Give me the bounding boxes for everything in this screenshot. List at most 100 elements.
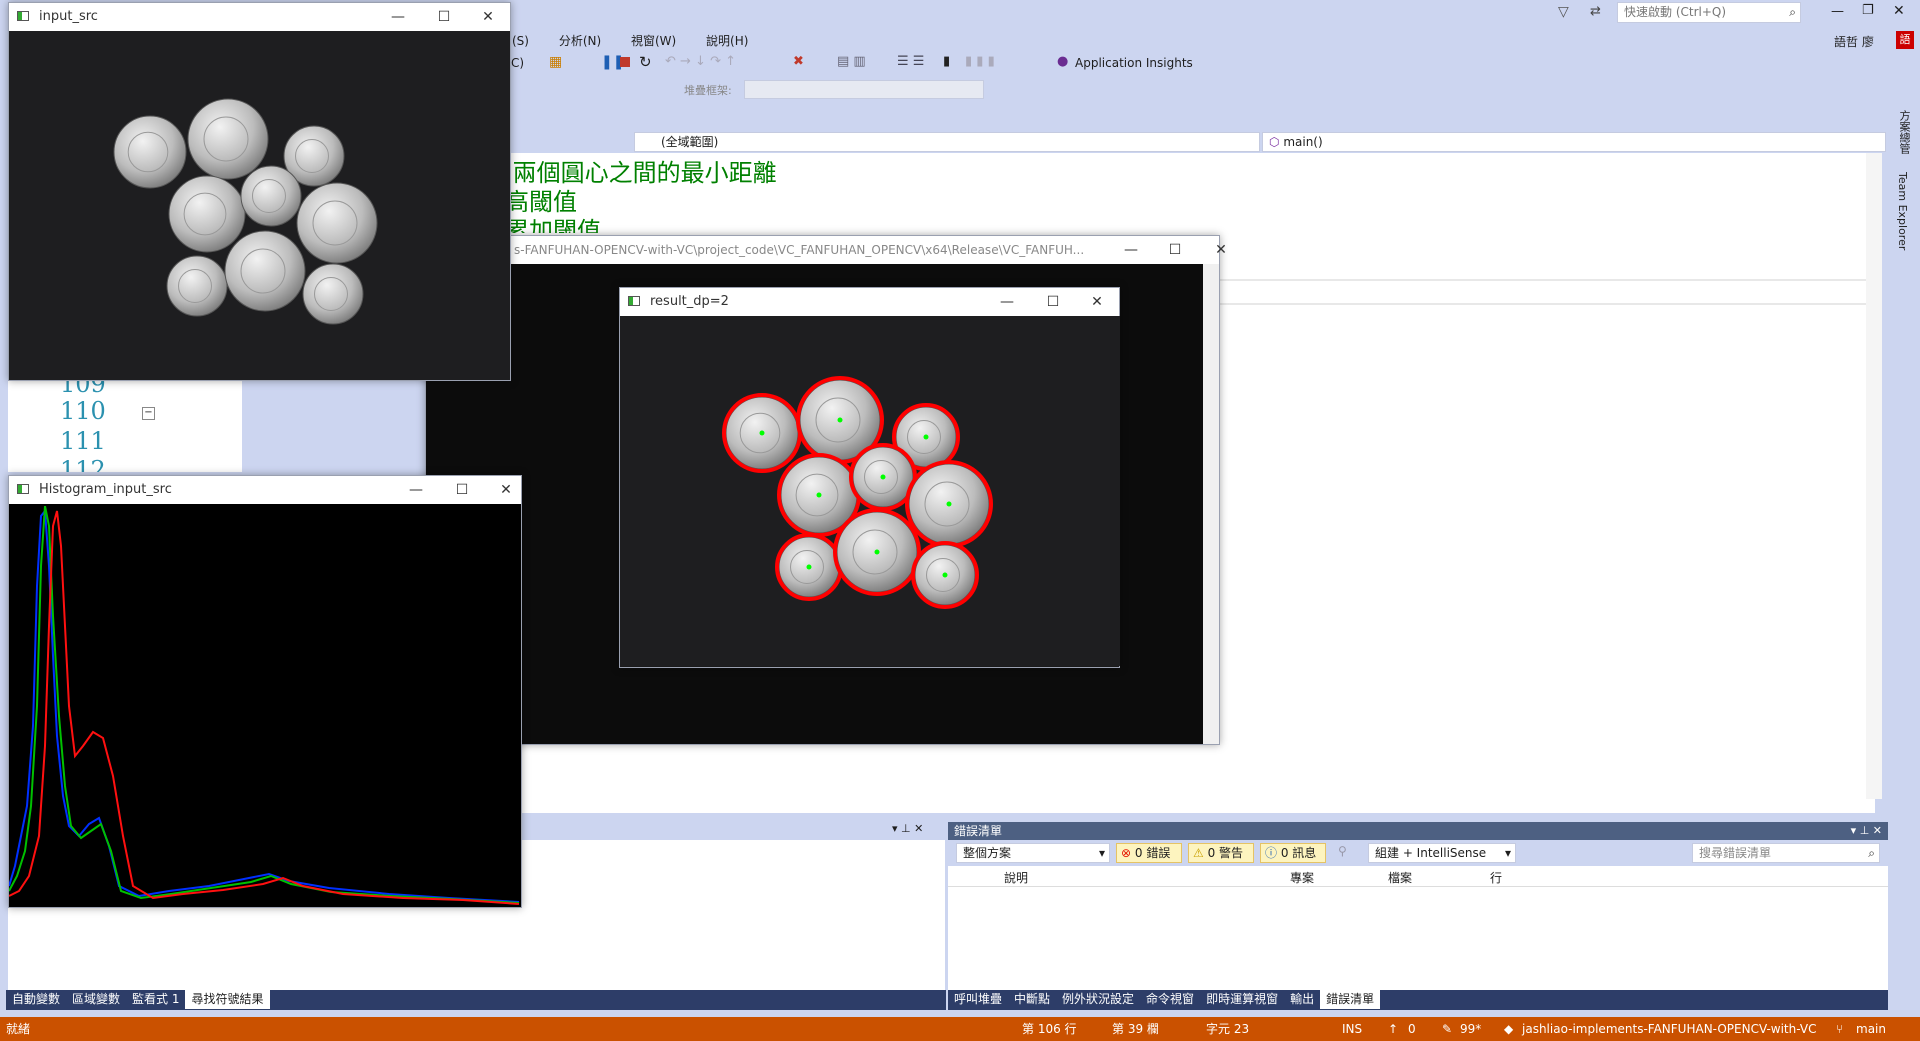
info-icon: ⓘ (1265, 846, 1278, 860)
menu-item-s[interactable]: (S) (512, 34, 529, 48)
input-window[interactable]: input_src — ☐ ✕ (8, 2, 511, 381)
messages-count: 0 訊息 (1280, 846, 1317, 860)
coin (168, 175, 246, 253)
tab-command-window[interactable]: 命令視窗 (1140, 990, 1200, 1009)
result-title: result_dp=2 (650, 294, 729, 309)
circle-center (874, 549, 880, 555)
filter-icon[interactable]: ▽ (1558, 4, 1569, 20)
solution-explorer-tab[interactable]: 方案總管 (1896, 110, 1912, 154)
tab-autos[interactable]: 自動變數 (6, 990, 66, 1009)
tab-call-stack[interactable]: 呼叫堆疊 (948, 990, 1008, 1009)
column-description[interactable]: 說明 (1004, 869, 1028, 886)
coin (240, 165, 302, 227)
function-combo[interactable]: ⬡ main() (1262, 132, 1886, 152)
circle-center (759, 430, 765, 436)
code-line: 累加閾值 (505, 217, 601, 233)
windows-icons[interactable]: ▤ ▥ (837, 54, 866, 69)
breakpoint-icon[interactable]: ✖ (793, 54, 804, 69)
scope-select[interactable]: 整個方案 ▾ (956, 843, 1110, 863)
window-icon (628, 296, 640, 306)
panel-pin-icons[interactable]: ▾ ⊥ ✕ (892, 822, 923, 835)
minimize-button[interactable]: — (1831, 4, 1844, 19)
team-explorer-tab[interactable]: Team Explorer (1896, 172, 1909, 250)
menu-item-analyze[interactable]: 分析(N) (559, 34, 601, 48)
console-scrollbar[interactable] (1203, 264, 1219, 744)
search-icon: ⌕ (1868, 846, 1875, 860)
bookmark-nav-icons[interactable]: ▮ ▮ ▮ (965, 54, 995, 69)
minimize-button[interactable]: — (1108, 236, 1154, 264)
close-button[interactable]: ✕ (1893, 3, 1905, 19)
tab-locals[interactable]: 區域變數 (66, 990, 126, 1009)
user-name[interactable]: 語哲 廖 (1834, 33, 1874, 50)
error-list-toolbar: 整個方案 ▾ ⊗ 0 錯誤 ⚠ 0 警告 ⓘ 0 訊息 ⚲ 組建 + Intell… (948, 840, 1888, 866)
status-up-count[interactable]: 0 (1408, 1019, 1416, 1039)
build-filter-label: 組建 + IntelliSense (1375, 846, 1487, 860)
format-icons[interactable]: ☰ ☰ (897, 54, 924, 69)
tab-immediate-window[interactable]: 即時運算視窗 (1200, 990, 1284, 1009)
maximize-button[interactable]: ☐ (1152, 236, 1198, 264)
restore-button[interactable]: ❐ (1862, 3, 1874, 18)
quick-launch-placeholder: 快速啟動 (Ctrl+Q) (1624, 5, 1727, 19)
result-window[interactable]: result_dp=2 — ☐ ✕ (619, 287, 1120, 668)
search-error-list-input[interactable]: 搜尋錯誤清單 ⌕ (1692, 843, 1880, 863)
menu-item-help[interactable]: 說明(H) (706, 34, 748, 48)
collapse-icon[interactable]: − (142, 407, 155, 420)
tab-find-symbol[interactable]: 尋找符號結果 (185, 990, 270, 1009)
thread-icon[interactable]: ▦ (549, 54, 562, 70)
messages-filter-button[interactable]: ⓘ 0 訊息 (1260, 843, 1326, 863)
minimize-button[interactable]: — (375, 3, 421, 31)
stop-icon[interactable] (620, 57, 630, 67)
scope-combo[interactable]: (全域範圍) (634, 132, 1260, 152)
cube-icon: ⬡ (1269, 135, 1280, 149)
status-ins: INS (1342, 1022, 1363, 1036)
menu-bar: (S) 分析(N) 視窗(W) 說明(H) (512, 32, 774, 49)
minimize-button[interactable]: — (393, 476, 439, 504)
maximize-button[interactable]: ☐ (421, 3, 467, 31)
minimize-button[interactable]: — (984, 288, 1030, 316)
maximize-button[interactable]: ☐ (439, 476, 485, 504)
filter-icon[interactable]: ⚲ (1338, 844, 1347, 858)
tab-breakpoints[interactable]: 中斷點 (1008, 990, 1056, 1009)
quick-launch-input[interactable]: 快速啟動 (Ctrl+Q) ⌕ (1617, 2, 1801, 23)
close-button[interactable]: ✕ (483, 476, 529, 504)
stack-frame-combo[interactable] (744, 80, 984, 99)
stack-frame-label: 堆疊框架: (684, 84, 732, 97)
bottom-right-tabs: 呼叫堆疊 中斷點 例外狀況設定 命令視窗 即時運算視窗 輸出 錯誤清單 (948, 990, 1888, 1010)
close-button[interactable]: ✕ (1198, 236, 1244, 264)
status-repo[interactable]: jashliao-implements-FANFUHAN-OPENCV-with… (1522, 1019, 1816, 1039)
errors-filter-button[interactable]: ⊗ 0 錯誤 (1116, 843, 1182, 863)
close-button[interactable]: ✕ (465, 3, 511, 31)
histogram-title: Histogram_input_src (39, 482, 172, 497)
menu-item-window[interactable]: 視窗(W) (631, 34, 676, 48)
status-pencil-count[interactable]: 99* (1460, 1019, 1481, 1039)
step-icons[interactable]: ↶ → ↓ ↷ ↑ (665, 54, 736, 69)
panel-pin-icons[interactable]: ▾ ⊥ ✕ (1851, 822, 1882, 840)
app-insights-button[interactable]: Application Insights (1075, 56, 1193, 70)
tab-exception-settings[interactable]: 例外狀況設定 (1056, 990, 1140, 1009)
lightbulb-icon[interactable]: ● (1057, 54, 1068, 69)
column-line[interactable]: 行 (1490, 869, 1502, 886)
console-title: s-FANFUHAN-OPENCV-with-VC\project_code\V… (514, 243, 1085, 257)
error-icon: ⊗ (1121, 846, 1132, 860)
tab-output[interactable]: 輸出 (1284, 990, 1320, 1009)
live-share-icon[interactable]: ⇄ (1590, 4, 1601, 19)
debug-target-combo[interactable]: C) (511, 56, 524, 70)
input-title: input_src (39, 9, 98, 24)
column-file[interactable]: 檔案 (1388, 869, 1412, 886)
avatar[interactable]: 語 (1896, 31, 1914, 49)
console-title-bar[interactable]: s-FANFUHAN-OPENCV-with-VC\project_code\V… (426, 236, 1219, 264)
tab-error-list[interactable]: 錯誤清單 (1320, 990, 1381, 1009)
close-button[interactable]: ✕ (1074, 288, 1120, 316)
histogram-window[interactable]: Histogram_input_src — ☐ ✕ (8, 475, 522, 908)
status-branch[interactable]: main (1856, 1019, 1886, 1039)
maximize-button[interactable]: ☐ (1030, 288, 1076, 316)
warnings-filter-button[interactable]: ⚠ 0 警告 (1188, 843, 1254, 863)
editor-vertical-scrollbar[interactable] (1866, 153, 1882, 799)
restart-icon[interactable]: ↻ (639, 53, 652, 71)
column-project[interactable]: 專案 (1290, 869, 1314, 886)
result-image (620, 316, 1120, 666)
bookmark-icon[interactable]: ▮ (943, 54, 950, 69)
tab-watch1[interactable]: 監看式 1 (126, 990, 185, 1009)
circle-center (942, 572, 948, 578)
build-filter-select[interactable]: 組建 + IntelliSense ▾ (1368, 843, 1516, 863)
